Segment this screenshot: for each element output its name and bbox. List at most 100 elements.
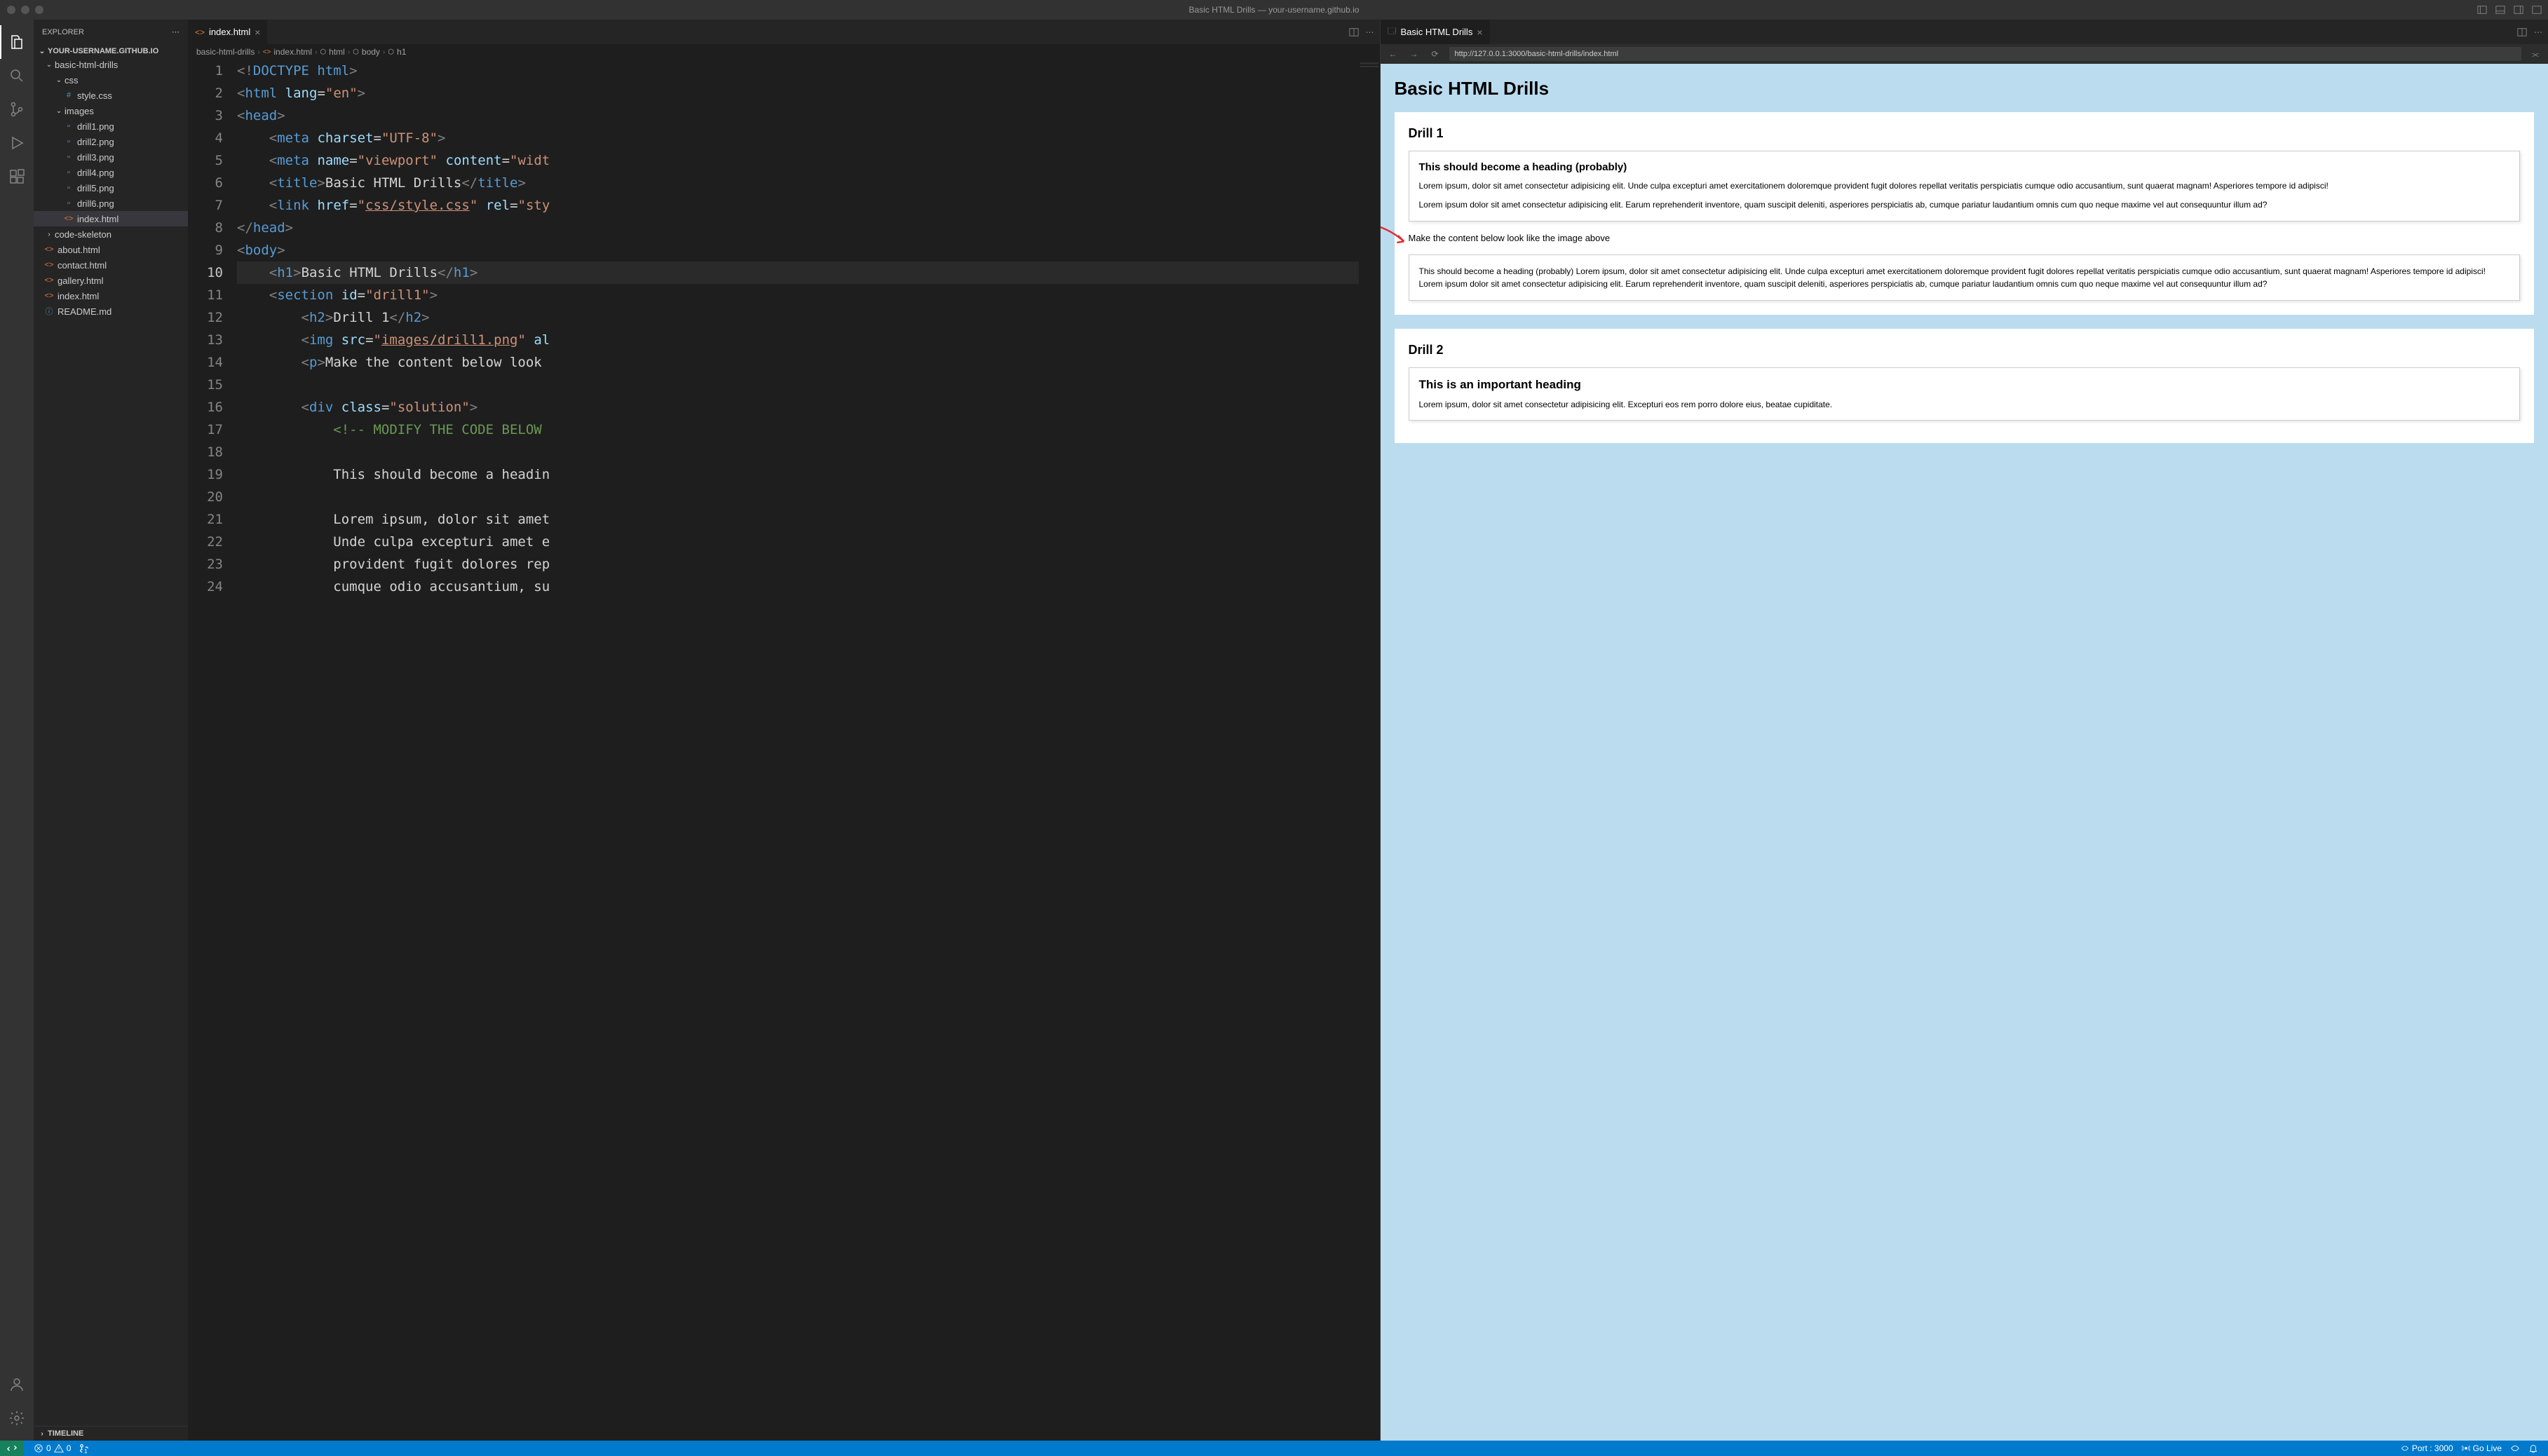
drill-1-solution: This should become a heading (probably) … <box>1409 254 2521 301</box>
project-name: YOUR-USERNAME.GITHUB.IO <box>48 47 158 55</box>
tree-item-css[interactable]: ⌄css <box>34 72 188 88</box>
tree-item-README-md[interactable]: ⓘREADME.md <box>34 304 188 319</box>
settings-activity[interactable] <box>0 1401 34 1435</box>
tab-preview[interactable]: 🗔 Basic HTML Drills × <box>1381 20 1491 44</box>
file-icon: # <box>63 91 74 100</box>
tree-item-label: index.html <box>77 214 118 224</box>
explorer-tree: ⌄ YOUR-USERNAME.GITHUB.IO ⌄basic-html-dr… <box>34 44 188 320</box>
preview-h1: Basic HTML Drills <box>1395 78 2535 100</box>
status-feedback[interactable] <box>2506 1443 2524 1453</box>
code-editor-pane: <> index.html × ⋯ basic-html-drills › <>… <box>188 20 1381 1441</box>
timeline-section[interactable]: › TIMELINE <box>34 1426 188 1441</box>
tree-item-drill3-png[interactable]: ▫drill3.png <box>34 149 188 165</box>
tree-item-style-css[interactable]: #style.css <box>34 88 188 103</box>
breadcrumb-item[interactable]: body <box>362 47 380 57</box>
tree-item-drill5-png[interactable]: ▫drill5.png <box>34 180 188 196</box>
layout-sidebar-right-icon[interactable] <box>2513 4 2524 15</box>
tree-item-drill1-png[interactable]: ▫drill1.png <box>34 118 188 134</box>
close-tab-icon[interactable]: × <box>255 27 260 38</box>
tree-item-label: drill6.png <box>77 198 114 209</box>
chevron-down-icon: ⌄ <box>53 107 65 115</box>
minimize-window-button[interactable] <box>21 6 29 14</box>
layout-panel-icon[interactable] <box>2495 4 2506 15</box>
url-bar[interactable]: http://127.0.0.1:3000/basic-html-drills/… <box>1449 47 2522 61</box>
tree-item-label: drill3.png <box>77 152 114 163</box>
file-icon: ▫ <box>63 184 74 192</box>
project-root[interactable]: ⌄ YOUR-USERNAME.GITHUB.IO <box>34 46 188 57</box>
chevron-down-icon: ⌄ <box>36 48 48 55</box>
extensions-activity[interactable] <box>0 160 34 193</box>
tree-item-index-html[interactable]: <>index.html <box>34 211 188 226</box>
tree-item-contact-html[interactable]: <>contact.html <box>34 257 188 273</box>
remote-indicator[interactable] <box>0 1441 24 1456</box>
more-actions-icon[interactable]: ⋯ <box>2534 27 2542 37</box>
git-badge: 1 <box>82 1448 89 1455</box>
status-notifications[interactable] <box>2524 1443 2542 1453</box>
chevron-down-icon: ⌄ <box>53 76 65 84</box>
open-external-icon[interactable]: ⫘ <box>2528 49 2542 60</box>
split-editor-icon[interactable] <box>1349 27 1359 37</box>
drill-2-heading: This is an important heading <box>1419 378 2510 392</box>
search-activity[interactable] <box>0 59 34 93</box>
split-editor-icon[interactable] <box>2517 27 2527 37</box>
tree-item-drill6-png[interactable]: ▫drill6.png <box>34 196 188 211</box>
explorer-sidebar: EXPLORER ⋯ ⌄ YOUR-USERNAME.GITHUB.IO ⌄ba… <box>34 20 188 1441</box>
line-gutter: 123456789101112131415161718192021222324 <box>188 60 237 1441</box>
breadcrumb-item[interactable]: basic-html-drills <box>196 47 255 57</box>
golive-label: Go Live <box>2473 1443 2502 1453</box>
breadcrumb-item[interactable]: html <box>329 47 345 57</box>
code-editor[interactable]: 123456789101112131415161718192021222324 … <box>188 60 1380 1441</box>
reload-button[interactable]: ⟳ <box>1428 49 1442 59</box>
accounts-activity[interactable] <box>0 1368 34 1401</box>
tree-item-label: code-skeleton <box>55 229 111 240</box>
tree-item-images[interactable]: ⌄images <box>34 103 188 118</box>
breadcrumb-item[interactable]: h1 <box>397 47 406 57</box>
file-icon: <> <box>263 48 271 56</box>
tree-item-basic-html-drills[interactable]: ⌄basic-html-drills <box>34 57 188 72</box>
status-git[interactable]: 1 <box>75 1443 93 1453</box>
forward-button[interactable]: → <box>1407 49 1421 59</box>
file-icon: ▫ <box>63 137 74 146</box>
chevron-right-icon: › <box>315 48 317 56</box>
tree-item-index-html[interactable]: <>index.html <box>34 288 188 304</box>
more-actions-icon[interactable]: ⋯ <box>1366 27 1374 37</box>
breadcrumbs[interactable]: basic-html-drills › <> index.html › ⬡ ht… <box>188 44 1380 60</box>
tree-item-gallery-html[interactable]: <>gallery.html <box>34 273 188 288</box>
status-problems[interactable]: 0 0 <box>29 1443 75 1453</box>
tree-item-drill2-png[interactable]: ▫drill2.png <box>34 134 188 149</box>
chevron-right-icon: › <box>36 1430 48 1438</box>
file-icon: ▫ <box>63 168 74 177</box>
tree-item-drill4-png[interactable]: ▫drill4.png <box>34 165 188 180</box>
source-control-activity[interactable] <box>0 93 34 126</box>
layout-sidebar-left-icon[interactable] <box>2476 4 2488 15</box>
code-content[interactable]: <!DOCTYPE html><html lang="en"><head> <m… <box>237 60 1359 1441</box>
breadcrumb-item[interactable]: index.html <box>273 47 312 57</box>
tree-item-label: style.css <box>77 90 112 101</box>
status-port[interactable]: Port : 3000 <box>2397 1443 2458 1453</box>
status-golive[interactable]: Go Live <box>2458 1443 2506 1453</box>
tree-item-label: gallery.html <box>57 275 104 286</box>
explorer-title: EXPLORER <box>42 28 84 36</box>
tree-item-about-html[interactable]: <>about.html <box>34 242 188 257</box>
explorer-more-button[interactable]: ⋯ <box>172 27 179 36</box>
file-icon: <> <box>43 261 55 269</box>
main-container: EXPLORER ⋯ ⌄ YOUR-USERNAME.GITHUB.IO ⌄ba… <box>0 20 2548 1441</box>
drill-1-section: Drill 1 This should become a heading (pr… <box>1395 112 2535 315</box>
run-debug-activity[interactable] <box>0 126 34 160</box>
drill-1-p2: Lorem ipsum dolor sit amet consectetur a… <box>1419 199 2510 211</box>
symbol-icon: ⬡ <box>388 48 394 56</box>
back-button[interactable]: ← <box>1386 49 1400 59</box>
minimap[interactable] <box>1359 60 1380 1441</box>
symbol-icon: ⬡ <box>320 48 326 56</box>
customize-layout-icon[interactable] <box>2531 4 2542 15</box>
close-window-button[interactable] <box>7 6 15 14</box>
tab-index-html[interactable]: <> index.html × <box>188 20 268 44</box>
preview-content[interactable]: Basic HTML Drills Drill 1 This should be… <box>1381 64 2548 1441</box>
drill-2-title: Drill 2 <box>1409 343 2521 358</box>
explorer-activity[interactable] <box>0 25 34 59</box>
tree-item-label: basic-html-drills <box>55 60 118 70</box>
close-tab-icon[interactable]: × <box>1477 27 1482 38</box>
maximize-window-button[interactable] <box>35 6 43 14</box>
tree-item-code-skeleton[interactable]: ›code-skeleton <box>34 226 188 242</box>
titlebar: Basic HTML Drills — your-username.github… <box>0 0 2548 20</box>
